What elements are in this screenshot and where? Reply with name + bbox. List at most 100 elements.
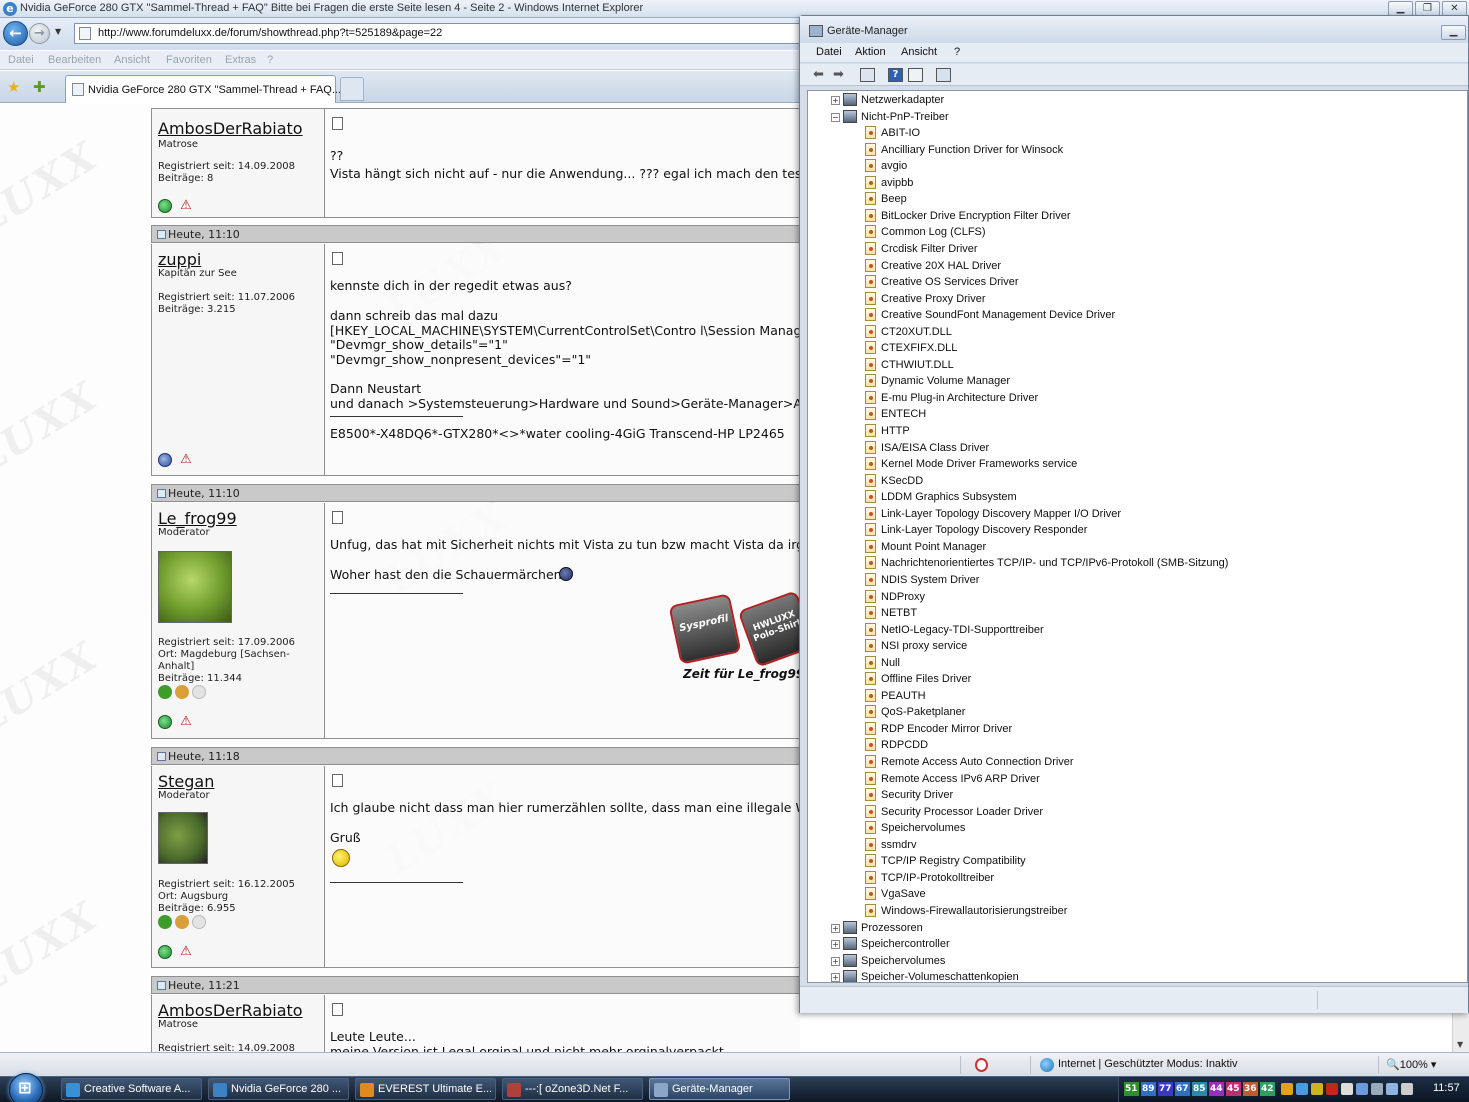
minimize-button[interactable]: ▁ bbox=[1388, 1, 1413, 16]
display-icon[interactable] bbox=[1356, 1083, 1368, 1095]
driver-item[interactable]: Crcdisk Filter Driver bbox=[808, 241, 1463, 257]
shield-icon[interactable] bbox=[1311, 1083, 1323, 1095]
driver-item[interactable]: Speichervolumes bbox=[808, 820, 1463, 836]
driver-item[interactable]: RDP Encoder Mirror Driver bbox=[808, 721, 1463, 737]
browser-tab[interactable]: Nvidia GeForce 280 GTX "Sammel-Thread + … bbox=[65, 75, 341, 103]
driver-item[interactable]: ISA/EISA Class Driver bbox=[808, 440, 1463, 456]
username-link[interactable]: AmbosDerRabiato bbox=[158, 1001, 303, 1020]
network-connection-icon[interactable] bbox=[1386, 1083, 1398, 1095]
driver-item[interactable]: NetIO-Legacy-TDI-Supporttreiber bbox=[808, 622, 1463, 638]
scroll-down-arrow-icon[interactable]: ▼ bbox=[1457, 1040, 1463, 1049]
minimize-button[interactable]: ▁ bbox=[1441, 25, 1466, 40]
taskbar-button[interactable]: ---:[ oZone3D.Net F... bbox=[502, 1078, 643, 1100]
driver-item[interactable]: Link-Layer Topology Discovery Responder bbox=[808, 522, 1463, 538]
driver-item[interactable]: Ancilliary Function Driver for Winsock bbox=[808, 142, 1463, 158]
add-favorite-icon[interactable]: ✚ bbox=[33, 78, 46, 96]
temperature-readout[interactable]: 36 bbox=[1243, 1082, 1258, 1096]
start-button[interactable] bbox=[9, 1073, 43, 1102]
driver-item[interactable]: ENTECH bbox=[808, 406, 1463, 422]
driver-item[interactable]: NETBT bbox=[808, 605, 1463, 621]
menu-extras[interactable]: Extras bbox=[225, 54, 256, 66]
driver-item[interactable]: Mount Point Manager bbox=[808, 539, 1463, 555]
update-icon[interactable] bbox=[1341, 1083, 1353, 1095]
back-button[interactable]: ← bbox=[3, 21, 28, 46]
report-post-icon[interactable]: ⚠ bbox=[179, 453, 193, 467]
driver-item[interactable]: Windows-Firewallautorisierungstreiber bbox=[808, 903, 1463, 919]
taskbar-button[interactable]: Nvidia GeForce 280 ... bbox=[208, 1078, 349, 1100]
driver-item[interactable]: Remote Access IPv6 ARP Driver bbox=[808, 771, 1463, 787]
driver-item[interactable]: KSecDD bbox=[808, 473, 1463, 489]
polo-shirt-button[interactable]: HWLUXX Polo-Shirt bbox=[737, 590, 800, 668]
driver-item[interactable]: Nachrichtenorientiertes TCP/IP- und TCP/… bbox=[808, 555, 1463, 571]
maximize-button[interactable]: ❐ bbox=[1415, 1, 1440, 16]
device-category[interactable]: + Speichercontroller bbox=[808, 936, 1463, 952]
driver-item[interactable]: PEAUTH bbox=[808, 688, 1463, 704]
report-post-icon[interactable]: ⚠ bbox=[179, 199, 193, 213]
collapse-icon[interactable]: − bbox=[831, 112, 840, 122]
driver-item[interactable]: Beep bbox=[808, 191, 1463, 207]
driver-item[interactable]: Creative OS Services Driver bbox=[808, 274, 1463, 290]
driver-item[interactable]: TCP/IP-Protokolltreiber bbox=[808, 870, 1463, 886]
forward-button[interactable]: → bbox=[29, 23, 50, 44]
history-dropdown-icon[interactable]: ▼ bbox=[55, 27, 61, 36]
driver-item[interactable]: ABIT-IO bbox=[808, 125, 1463, 141]
driver-item[interactable]: TCP/IP Registry Compatibility bbox=[808, 853, 1463, 869]
device-category[interactable]: − Nicht-PnP-Treiber bbox=[808, 109, 1463, 125]
driver-item[interactable]: NDProxy bbox=[808, 589, 1463, 605]
driver-item[interactable]: Creative 20X HAL Driver bbox=[808, 258, 1463, 274]
menu-favoriten[interactable]: Favoriten bbox=[166, 54, 212, 66]
username-link[interactable]: Stegan bbox=[158, 772, 214, 791]
address-text[interactable]: http://www.forumdeluxx.de/forum/showthre… bbox=[98, 27, 442, 39]
temperature-readout[interactable]: 42 bbox=[1260, 1082, 1275, 1096]
menu-ansicht[interactable]: Ansicht bbox=[901, 46, 937, 58]
device-category[interactable]: + Speichervolumes bbox=[808, 953, 1463, 969]
menu-datei[interactable]: Datei bbox=[816, 46, 842, 58]
device-category[interactable]: + Speicher-Volumeschattenkopien bbox=[808, 969, 1463, 982]
driver-item[interactable]: avgio bbox=[808, 158, 1463, 174]
driver-item[interactable]: NDIS System Driver bbox=[808, 572, 1463, 588]
properties-icon[interactable] bbox=[908, 68, 923, 82]
temperature-readout[interactable]: 45 bbox=[1226, 1082, 1241, 1096]
driver-item[interactable]: BitLocker Drive Encryption Filter Driver bbox=[808, 208, 1463, 224]
driver-item[interactable]: QoS-Paketplaner bbox=[808, 704, 1463, 720]
network-icon[interactable] bbox=[1296, 1083, 1308, 1095]
temperature-readout[interactable]: 89 bbox=[1141, 1082, 1156, 1096]
driver-item[interactable]: VgaSave bbox=[808, 886, 1463, 902]
ie-vertical-scrollbar[interactable]: ▼ bbox=[1452, 1012, 1469, 1052]
device-category[interactable]: + Netzwerkadapter bbox=[808, 92, 1463, 108]
menu-aktion[interactable]: Aktion bbox=[855, 46, 886, 58]
driver-item[interactable]: E-mu Plug-in Architecture Driver bbox=[808, 390, 1463, 406]
username-link[interactable]: AmbosDerRabiato bbox=[158, 119, 303, 138]
popup-blocker-icon[interactable] bbox=[975, 1058, 988, 1072]
driver-item[interactable]: Remote Access Auto Connection Driver bbox=[808, 754, 1463, 770]
expand-icon[interactable]: + bbox=[831, 973, 840, 982]
warning-icon[interactable] bbox=[1281, 1083, 1293, 1095]
temperature-readout[interactable]: 85 bbox=[1192, 1082, 1207, 1096]
menu-bearbeiten[interactable]: Bearbeiten bbox=[48, 54, 101, 66]
username-link[interactable]: Le_frog99 bbox=[158, 509, 237, 528]
temperature-readout[interactable]: 51 bbox=[1124, 1082, 1139, 1096]
driver-item[interactable]: HTTP bbox=[808, 423, 1463, 439]
menu-ansicht[interactable]: Ansicht bbox=[114, 54, 150, 66]
driver-item[interactable]: Offline Files Driver bbox=[808, 671, 1463, 687]
temperature-readout[interactable]: 77 bbox=[1158, 1082, 1173, 1096]
menu-help[interactable]: ? bbox=[954, 46, 960, 58]
username-link[interactable]: zuppi bbox=[158, 250, 201, 269]
zoom-level[interactable]: 🔍100% ▾ bbox=[1386, 1058, 1436, 1071]
menu-datei[interactable]: Datei bbox=[8, 54, 34, 66]
expand-icon[interactable]: + bbox=[831, 923, 840, 933]
arrow-icon[interactable] bbox=[1371, 1083, 1383, 1095]
driver-item[interactable]: CTEXFIFX.DLL bbox=[808, 340, 1463, 356]
driver-item[interactable]: Kernel Mode Driver Frameworks service bbox=[808, 456, 1463, 472]
close-button[interactable]: ✕ bbox=[1442, 1, 1467, 16]
temperature-readout[interactable]: 67 bbox=[1175, 1082, 1190, 1096]
volume-icon[interactable] bbox=[1401, 1083, 1413, 1095]
report-post-icon[interactable]: ⚠ bbox=[179, 945, 193, 959]
forward-arrow-icon[interactable]: ➡ bbox=[830, 67, 847, 83]
driver-item[interactable]: Creative Proxy Driver bbox=[808, 291, 1463, 307]
expand-icon[interactable]: + bbox=[831, 96, 840, 105]
taskbar-button[interactable]: Creative Software A... bbox=[61, 1078, 202, 1100]
driver-item[interactable]: LDDM Graphics Subsystem bbox=[808, 489, 1463, 505]
driver-item[interactable]: Link-Layer Topology Discovery Mapper I/O… bbox=[808, 506, 1463, 522]
driver-item[interactable]: RDPCDD bbox=[808, 737, 1463, 753]
